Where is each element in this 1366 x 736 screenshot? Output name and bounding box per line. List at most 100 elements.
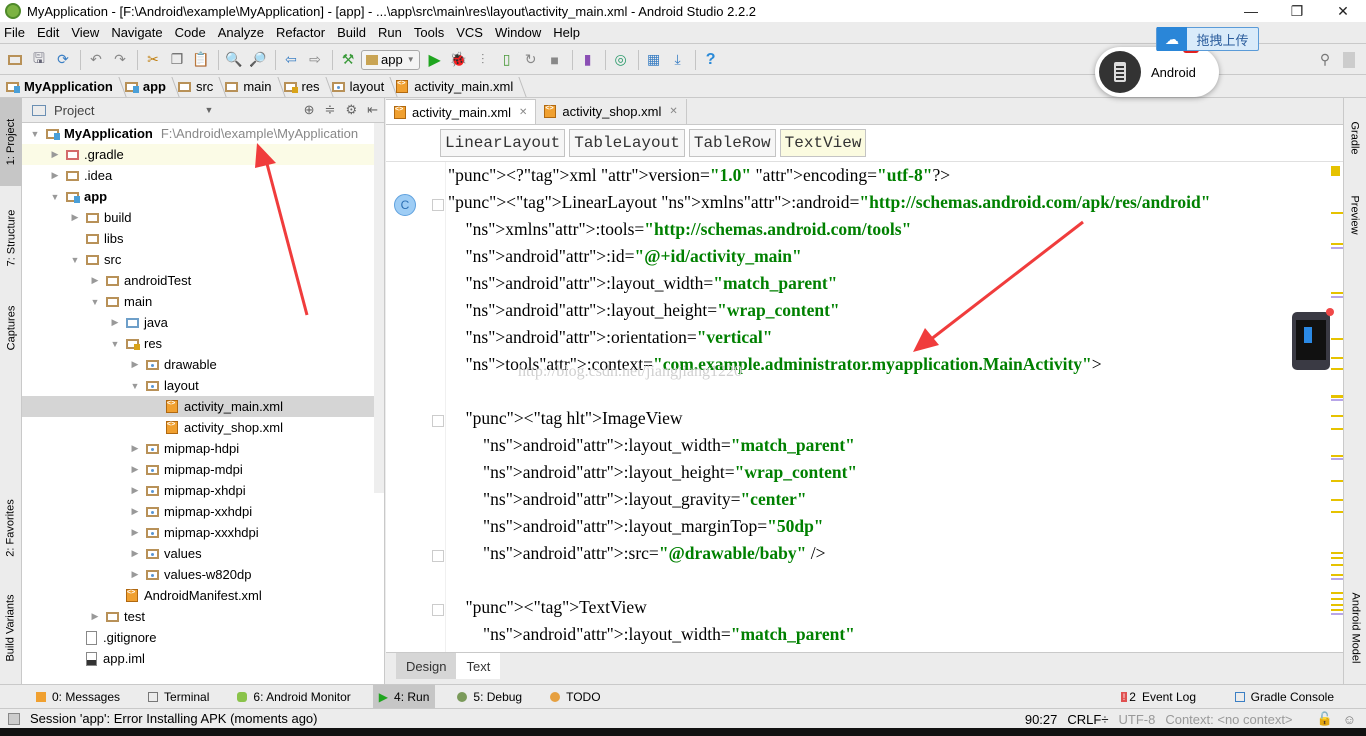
tree-item[interactable]: ▶ values (22, 543, 384, 564)
replace-icon[interactable]: 🔎 (247, 49, 269, 71)
code-line[interactable]: "punc"><"tag hlt">ImageView (448, 405, 1328, 432)
attach-debugger-icon[interactable]: ⫶ (472, 49, 494, 71)
fold-icon[interactable] (432, 415, 444, 427)
close-tab-icon[interactable]: ✕ (519, 107, 527, 118)
collapse-arrow-icon[interactable]: ▶ (128, 548, 142, 559)
tool-run[interactable]: ▶ 4: Run (372, 684, 436, 709)
apply-changes-icon[interactable]: ▯ (496, 49, 518, 71)
back-icon[interactable]: ⇦ (280, 49, 302, 71)
tree-item[interactable]: ▼ MyApplication F:\Android\example\MyAppli… (22, 123, 384, 144)
collapse-arrow-icon[interactable]: ▶ (88, 611, 102, 622)
expand-arrow-icon[interactable]: ▼ (48, 192, 62, 202)
breadcrumb-main[interactable]: main (225, 79, 279, 94)
upload-widget[interactable]: ☁ 拖拽上传 (1156, 27, 1259, 51)
sdk-manager-icon[interactable]: ⤓ (667, 49, 689, 71)
expand-arrow-icon[interactable]: ▼ (128, 381, 142, 391)
breadcrumb-app[interactable]: app (124, 79, 174, 94)
collapse-arrow-icon[interactable]: ▶ (48, 149, 62, 160)
breadcrumb-res[interactable]: res (283, 79, 328, 94)
help-icon[interactable]: ? (700, 49, 722, 71)
code-line[interactable] (448, 567, 1328, 594)
error-stripe[interactable] (1331, 160, 1343, 680)
phone-widget[interactable] (1292, 308, 1334, 370)
collapse-arrow-icon[interactable]: ▶ (128, 485, 142, 496)
tree-item[interactable]: ▶ java (22, 312, 384, 333)
project-scrollbar[interactable] (374, 123, 384, 493)
collapse-arrow-icon[interactable]: ▶ (128, 443, 142, 454)
menu-vcs[interactable]: VCS (456, 25, 483, 40)
tab-activity-shop[interactable]: activity_shop.xml ✕ (536, 99, 687, 124)
code-area[interactable]: "punc"><?"tag">xml "attr">version="1.0" … (448, 162, 1328, 648)
tool-tab-gradle[interactable]: Gradle (1344, 108, 1366, 168)
code-line[interactable]: "ns">android"attr">:layout_height="wrap_… (448, 297, 1328, 324)
tree-item[interactable]: ▶ drawable (22, 354, 384, 375)
run-config-select[interactable]: app ▼ (361, 49, 420, 70)
breadcrumb-src[interactable]: src (177, 79, 221, 94)
close-button[interactable]: ✕ (1320, 0, 1366, 22)
collapse-all-icon[interactable]: ≑ (325, 102, 336, 118)
status-message[interactable]: Session 'app': Error Installing APK (mom… (30, 711, 318, 726)
tool-event-log[interactable]: ! 2 Event Log (1115, 685, 1202, 709)
tool-todo[interactable]: TODO (544, 685, 606, 709)
tree-item[interactable]: ▶ mipmap-xxhdpi (22, 501, 384, 522)
hector-icon[interactable]: ☺ (1343, 712, 1356, 727)
tool-gradle-console[interactable]: Gradle Console (1229, 685, 1340, 709)
open-folder-icon[interactable] (4, 49, 26, 71)
code-line[interactable]: "ns">android"attr">:layout_width="match_… (448, 270, 1328, 297)
project-structure-icon[interactable]: ▦ (643, 49, 665, 71)
caret-position[interactable]: 90:27 (1025, 712, 1058, 727)
code-line[interactable]: "ns">android"attr">:orientation="vertica… (448, 324, 1328, 351)
paste-icon[interactable]: 📋 (190, 49, 212, 71)
rerun-icon[interactable]: ↻ (520, 49, 542, 71)
breadcrumb-myapplication[interactable]: MyApplication (6, 79, 121, 94)
tree-item[interactable]: libs (22, 228, 384, 249)
menu-edit[interactable]: Edit (37, 25, 59, 40)
crumb-tablelayout[interactable]: TableLayout (569, 129, 685, 157)
tree-item[interactable]: ▼ src (22, 249, 384, 270)
code-line[interactable]: "ns">android"attr">:layout_width="match_… (448, 621, 1328, 648)
menu-code[interactable]: Code (175, 25, 206, 40)
close-tab-icon[interactable]: ✕ (669, 106, 677, 117)
code-line[interactable] (448, 378, 1328, 405)
code-line[interactable]: "punc"><"tag">TextView (448, 594, 1328, 621)
tab-design[interactable]: Design (396, 653, 457, 679)
tab-text[interactable]: Text (456, 653, 501, 679)
project-view-select[interactable]: Project (54, 103, 94, 118)
tool-messages[interactable]: 0: Messages (30, 685, 126, 709)
device-notification-bubble[interactable]: Android (1095, 47, 1219, 97)
user-avatar-icon[interactable] (1338, 49, 1360, 71)
tree-item[interactable]: ▶ .idea (22, 165, 384, 186)
fold-icon[interactable] (432, 604, 444, 616)
crumb-textview[interactable]: TextView (779, 129, 867, 157)
crumb-linearlayout[interactable]: LinearLayout (440, 129, 566, 157)
avd-manager-icon[interactable]: ▮ (577, 49, 599, 71)
tree-item[interactable]: .gitignore (22, 627, 384, 648)
menu-run[interactable]: Run (378, 25, 402, 40)
minimize-button[interactable]: — (1228, 0, 1274, 22)
code-line[interactable]: "punc"><"tag">LinearLayout "ns">xmlns"at… (448, 189, 1328, 216)
menu-view[interactable]: View (71, 25, 99, 40)
lock-icon[interactable]: 🔓 (1317, 711, 1333, 727)
fold-icon[interactable] (432, 550, 444, 562)
tree-item[interactable]: ▶ values-w820dp (22, 564, 384, 585)
stop-icon[interactable]: ■ (544, 49, 566, 71)
menu-analyze[interactable]: Analyze (218, 25, 264, 40)
class-marker-icon[interactable]: C (394, 194, 416, 216)
tool-android-monitor[interactable]: 6: Android Monitor (231, 685, 356, 709)
code-line[interactable]: "ns">android"attr">:layout_height="wrap_… (448, 459, 1328, 486)
chevron-down-icon[interactable]: ▼ (204, 105, 213, 115)
tool-tab-favorites[interactable]: 2: Favorites (0, 488, 22, 568)
tool-tab-captures[interactable]: Captures (0, 293, 22, 363)
breadcrumb-activity-main[interactable]: activity_main.xml (396, 79, 521, 94)
collapse-arrow-icon[interactable]: ▶ (128, 359, 142, 370)
tool-tab-android-model[interactable]: Android Model (1344, 578, 1366, 678)
sync-gradle-icon[interactable]: ◎ (610, 49, 632, 71)
tree-item[interactable]: ▶ .gradle (22, 144, 384, 165)
fold-icon[interactable] (432, 199, 444, 211)
code-line[interactable]: "ns">android"attr">:layout_gravity="cent… (448, 486, 1328, 513)
scroll-from-source-icon[interactable]: ⊕ (304, 102, 315, 118)
save-icon[interactable]: 🖫 (28, 49, 50, 71)
debug-icon[interactable]: 🐞 (448, 49, 470, 71)
file-encoding[interactable]: UTF-8 (1118, 712, 1155, 727)
line-separator[interactable]: CRLF÷ (1067, 712, 1108, 727)
